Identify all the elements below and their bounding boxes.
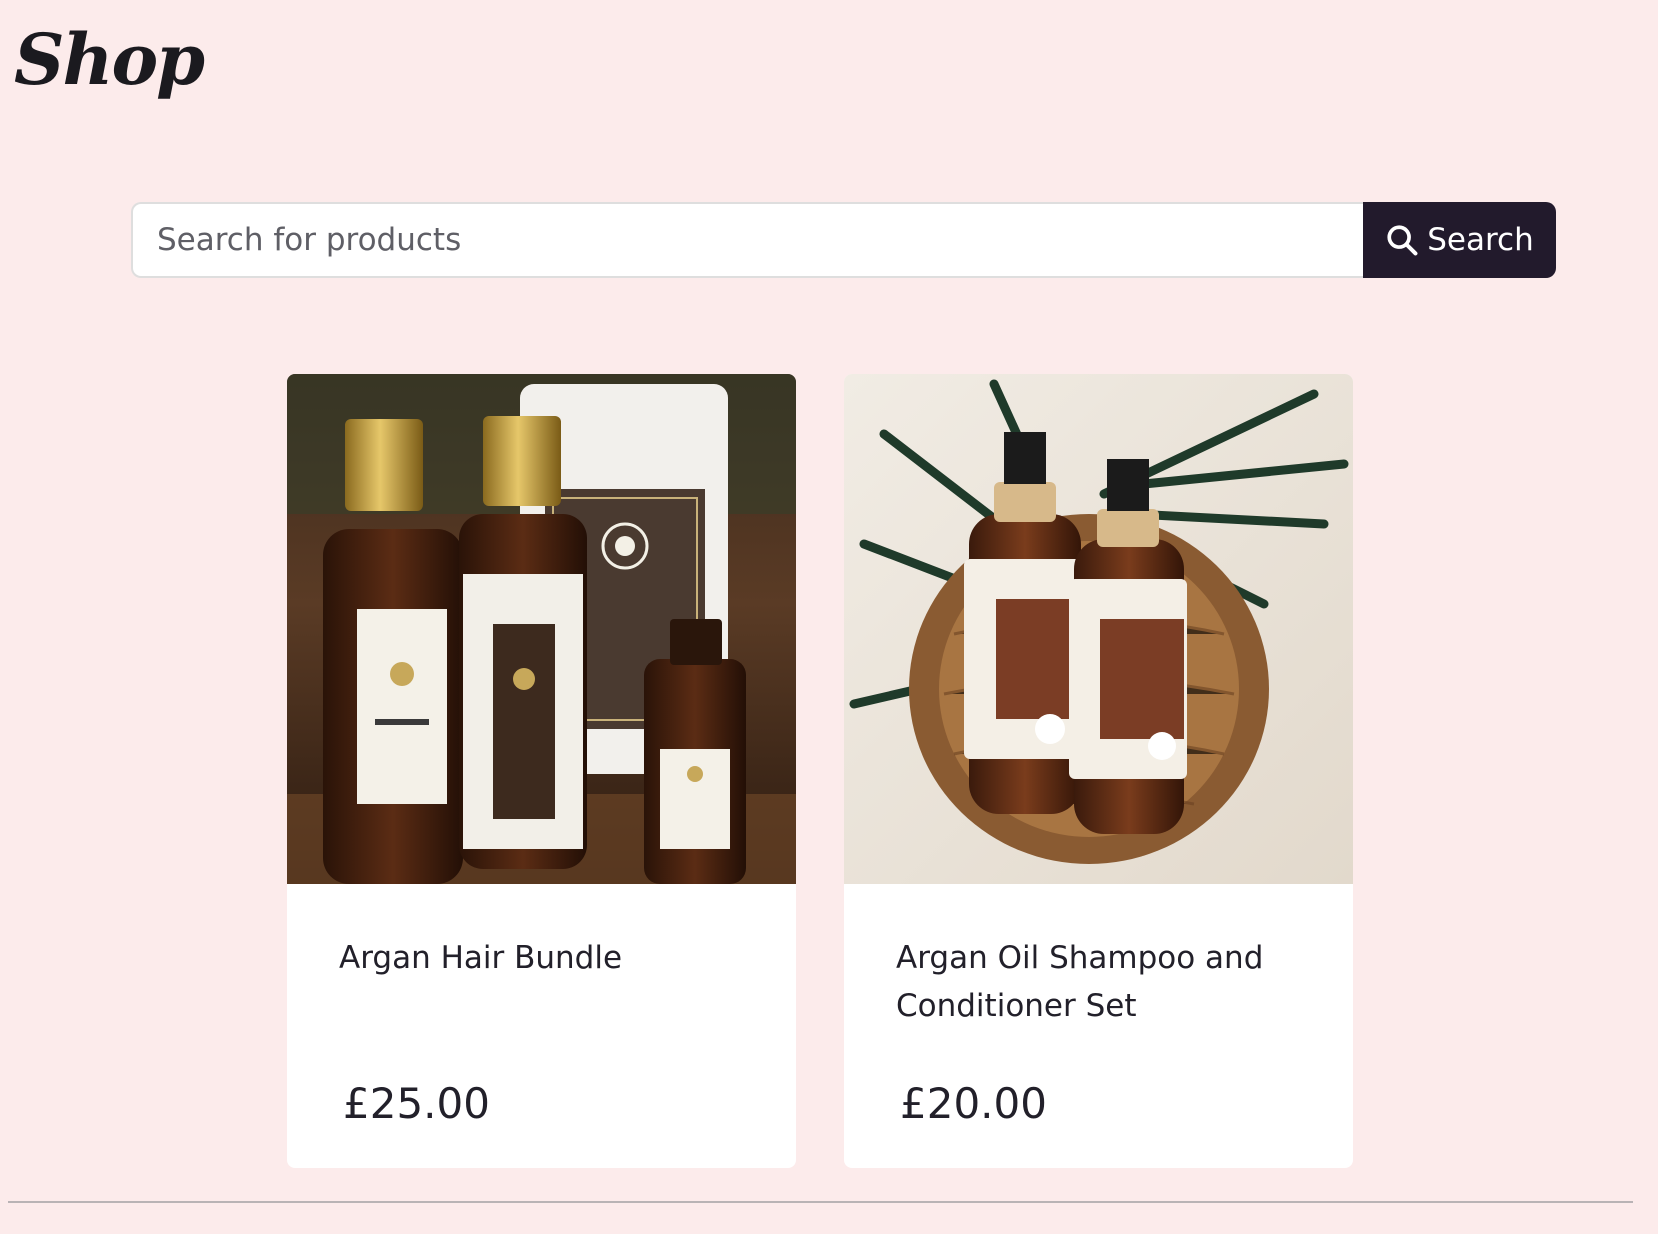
page-title: Shop <box>14 18 205 101</box>
product-image[interactable] <box>844 374 1353 884</box>
search-button[interactable]: Search <box>1363 202 1556 278</box>
search-bar: Search <box>131 202 1556 278</box>
search-input[interactable] <box>131 202 1363 278</box>
search-icon <box>1385 223 1419 257</box>
product-price: £25.00 <box>343 1079 490 1128</box>
product-card[interactable]: Argan Hair Bundle £25.00 <box>287 374 796 1168</box>
product-image[interactable] <box>287 374 796 884</box>
product-card-body: Argan Oil Shampoo and Conditioner Set <box>896 934 1313 1030</box>
product-name[interactable]: Argan Oil Shampoo and Conditioner Set <box>896 934 1313 1030</box>
product-name[interactable]: Argan Hair Bundle <box>339 934 756 982</box>
product-card[interactable]: Argan Oil Shampoo and Conditioner Set £2… <box>844 374 1353 1168</box>
search-button-label: Search <box>1427 222 1534 258</box>
footer-divider <box>8 1201 1633 1203</box>
product-card-body: Argan Hair Bundle <box>339 934 756 982</box>
product-price: £20.00 <box>900 1079 1047 1128</box>
